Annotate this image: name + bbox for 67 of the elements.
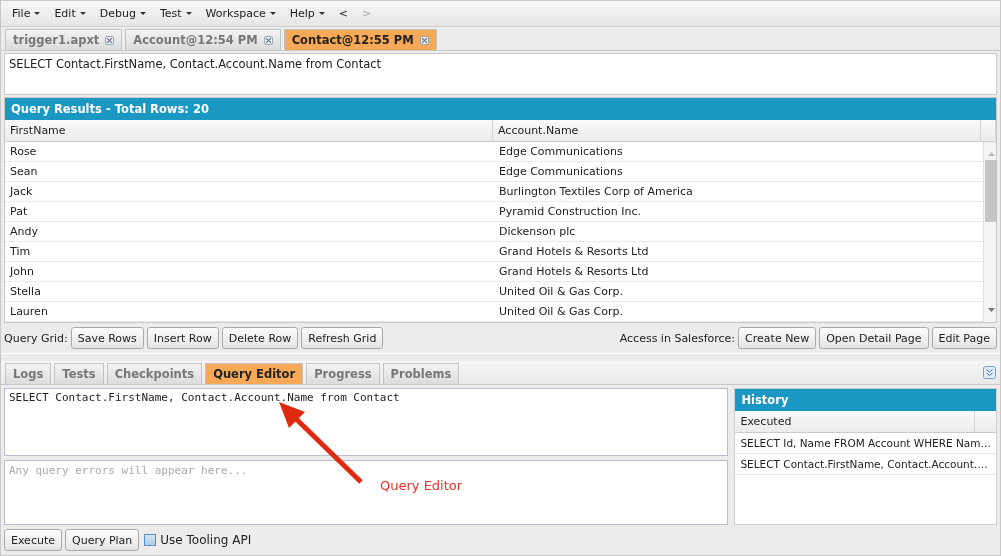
panel-tab[interactable]: Progress — [306, 363, 380, 384]
menu-item[interactable]: < — [333, 5, 353, 22]
caret-icon — [34, 12, 41, 15]
panel-tab[interactable]: Problems — [382, 363, 460, 384]
table-cell-text: Sean — [9, 164, 39, 180]
table-cell-text: Edge Communications — [498, 164, 624, 180]
grid-button[interactable]: Insert Row — [146, 327, 219, 349]
table-cell-text: Andy — [9, 224, 39, 240]
table-cell-text: Lauren — [9, 304, 49, 320]
table-cell-text: Pyramid Construction Inc. — [498, 204, 642, 220]
table-cell-text: Stella — [9, 284, 42, 300]
query-editor-field[interactable]: SELECT Contact.FirstName, Contact.Account.Name from Contact — [4, 388, 729, 456]
query-field[interactable]: SELECT Contact.FirstName, Contact.Account.Name from Contact — [4, 53, 997, 95]
caret-icon — [79, 12, 86, 15]
menu-item[interactable]: Workspace — [200, 5, 281, 22]
panel-tab[interactable]: Checkpoints — [106, 363, 203, 384]
caret-icon — [318, 12, 325, 15]
toolbar-label: Query Grid: — [4, 331, 68, 345]
collapse-icon[interactable] — [983, 366, 996, 379]
menu-item[interactable]: Help — [284, 5, 330, 22]
caret-icon — [185, 12, 192, 15]
table-cell-text: United Oil & Gas Corp. — [498, 304, 624, 320]
menu-item[interactable]: Test — [154, 5, 197, 22]
table-cell-text: John — [8, 264, 35, 280]
salesforce-button[interactable]: Open Detail Page — [819, 327, 929, 349]
grid-button[interactable]: Save Rows — [70, 327, 144, 349]
checkbox-label: Use Tooling API — [160, 533, 252, 547]
checkbox[interactable] — [144, 534, 157, 546]
history-title: History — [735, 389, 996, 411]
scrollbar[interactable] — [983, 142, 996, 322]
table-cell-text: Edge Communications — [498, 144, 624, 160]
caret-icon — [269, 12, 276, 15]
table-cell-text: United Oil & Gas Corp. — [498, 284, 624, 300]
salesforce-button[interactable]: Edit Page — [931, 327, 997, 349]
table-cell-text: Pat — [9, 204, 29, 220]
menu-item[interactable]: Debug — [94, 5, 151, 22]
grid-button[interactable]: Refresh Grid — [301, 327, 384, 349]
editor-tab[interactable]: Account@12:54 PM — [125, 29, 281, 50]
history-item[interactable]: SELECT Id, Name FROM Account WHERE Nam… — [735, 433, 996, 454]
table-cell-text: Burlington Textiles Corp of America — [498, 184, 694, 200]
history-item[interactable]: SELECT Contact.FirstName, Contact.Account.… — [735, 454, 996, 475]
close-icon[interactable] — [419, 35, 429, 45]
close-icon[interactable] — [263, 35, 273, 45]
salesforce-button[interactable]: Create New — [738, 327, 817, 349]
action-button[interactable]: Query Plan — [65, 529, 140, 551]
panel-tab[interactable]: Query Editor — [205, 363, 304, 384]
editor-tab[interactable]: Contact@12:55 PM — [283, 29, 437, 50]
table-cell-text: Dickenson plc — [498, 224, 577, 240]
close-icon[interactable] — [105, 35, 115, 45]
table-cell-text: Tim — [9, 244, 32, 260]
column-header[interactable]: Account.Name — [493, 120, 981, 141]
annotation-label: Query Editor — [380, 478, 463, 493]
table-cell-text: Rose — [9, 144, 38, 160]
menu-item[interactable]: Edit — [49, 5, 91, 22]
table-cell-text: Grand Hotels & Resorts Ltd — [498, 244, 650, 260]
action-button[interactable]: Execute — [4, 529, 62, 551]
table-cell-text: Grand Hotels & Resorts Ltd — [498, 264, 650, 280]
toolbar-label: Access in Salesforce: — [619, 331, 736, 345]
caret-icon — [139, 12, 146, 15]
grid-button[interactable]: Delete Row — [221, 327, 299, 349]
editor-tab[interactable]: trigger1.apxt — [5, 29, 123, 50]
panel-tab[interactable]: Logs — [5, 363, 52, 384]
panel-tab[interactable]: Tests — [54, 363, 104, 384]
menu-item[interactable]: File — [7, 5, 46, 22]
column-header[interactable]: FirstName — [5, 120, 493, 141]
results-title: Query Results - Total Rows: 20 — [5, 98, 996, 120]
table-cell-text: Jack — [8, 184, 34, 200]
